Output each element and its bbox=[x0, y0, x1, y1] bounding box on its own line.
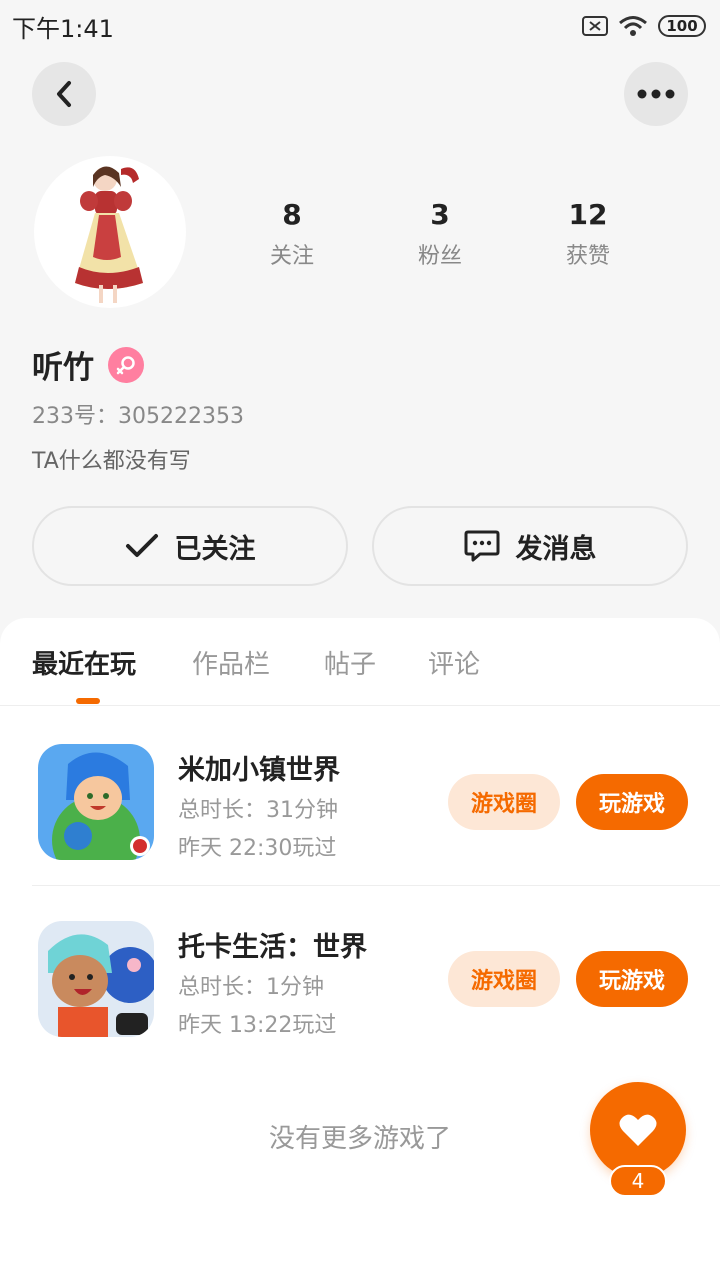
following-count: 8 bbox=[282, 198, 302, 231]
game-row[interactable]: 米加小镇世界 总时长：31分钟 昨天 22:30玩过 游戏圈 玩游戏 bbox=[0, 726, 720, 886]
more-icon bbox=[637, 89, 675, 99]
game-name: 米加小镇世界 bbox=[178, 755, 340, 786]
bio: TA什么都没有写 bbox=[32, 449, 191, 474]
tab-recently-played[interactable]: 最近在玩 bbox=[32, 644, 136, 681]
back-button[interactable] bbox=[32, 62, 96, 126]
divider bbox=[32, 885, 720, 886]
game-name: 托卡生活：世界 bbox=[178, 932, 367, 963]
followers-stat[interactable]: 3 粉丝 bbox=[380, 196, 500, 270]
following-label: 关注 bbox=[269, 244, 314, 269]
avatar[interactable] bbox=[34, 156, 186, 308]
game-last-played: 昨天 22:30玩过 bbox=[178, 836, 337, 861]
game-duration: 总时长：31分钟 bbox=[178, 798, 338, 823]
user-id: 233号：305222353 bbox=[32, 404, 244, 429]
battery-icon: 100 bbox=[658, 15, 706, 37]
username-row: 听竹 bbox=[32, 342, 144, 387]
username: 听竹 bbox=[32, 350, 94, 386]
followed-label: 已关注 bbox=[174, 533, 256, 565]
play-game-button[interactable]: 玩游戏 bbox=[576, 774, 688, 830]
tab-works[interactable]: 作品栏 bbox=[192, 644, 270, 681]
send-message-button[interactable]: 发消息 bbox=[372, 506, 688, 586]
followers-count: 3 bbox=[430, 198, 450, 231]
game-icon-miga bbox=[38, 744, 154, 860]
game-duration: 总时长：1分钟 bbox=[178, 975, 324, 1000]
status-time: 下午1:41 bbox=[12, 14, 114, 43]
play-game-button[interactable]: 玩游戏 bbox=[576, 951, 688, 1007]
status-icons: 100 bbox=[582, 15, 706, 37]
followed-button[interactable]: 已关注 bbox=[32, 506, 348, 586]
tab-comments[interactable]: 评论 bbox=[428, 644, 480, 681]
tab-indicator bbox=[76, 698, 100, 704]
game-circle-button[interactable]: 游戏圈 bbox=[448, 774, 560, 830]
game-row[interactable]: 托卡生活：世界 总时长：1分钟 昨天 13:22玩过 游戏圈 玩游戏 bbox=[0, 903, 720, 1063]
game-last-played: 昨天 13:22玩过 bbox=[178, 1013, 337, 1038]
status-bar: 下午1:41 100 bbox=[0, 0, 720, 52]
check-icon bbox=[125, 534, 158, 557]
likes-label: 获赞 bbox=[565, 244, 610, 269]
tab-posts[interactable]: 帖子 bbox=[324, 644, 376, 681]
avatar-image bbox=[75, 166, 143, 303]
following-stat[interactable]: 8 关注 bbox=[232, 196, 352, 270]
like-count-badge: 4 bbox=[609, 1165, 667, 1197]
more-options-button[interactable] bbox=[624, 62, 688, 126]
followers-label: 粉丝 bbox=[417, 244, 462, 269]
send-message-label: 发消息 bbox=[515, 533, 597, 565]
battery-level: 100 bbox=[666, 17, 698, 35]
game-icon-toca bbox=[38, 921, 154, 1037]
female-icon bbox=[108, 346, 144, 383]
tab-bar: 最近在玩 作品栏 帖子 评论 bbox=[0, 618, 720, 706]
heart-icon bbox=[619, 1114, 657, 1146]
like-button[interactable] bbox=[590, 1082, 686, 1178]
likes-count: 12 bbox=[568, 198, 608, 231]
message-icon bbox=[464, 530, 499, 562]
likes-stat[interactable]: 12 获赞 bbox=[528, 196, 648, 270]
wifi-icon bbox=[619, 16, 647, 36]
game-circle-button[interactable]: 游戏圈 bbox=[448, 951, 560, 1007]
chevron-left-icon bbox=[57, 81, 71, 107]
no-sim-icon bbox=[582, 16, 608, 36]
